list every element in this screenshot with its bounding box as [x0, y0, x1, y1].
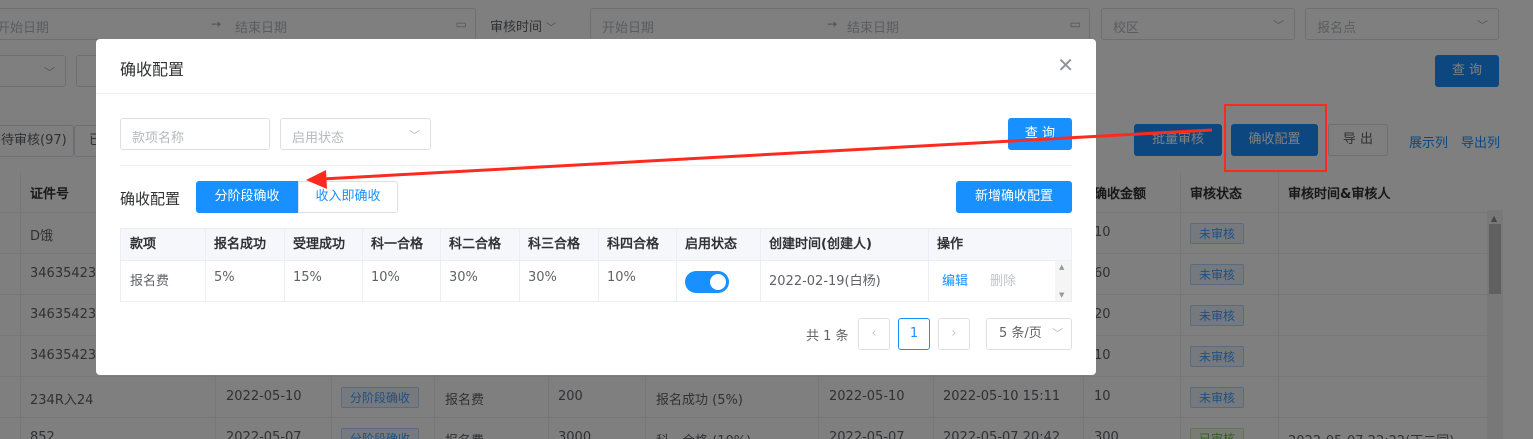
- arrow-line: [321, 128, 1213, 181]
- arrow-head: [306, 170, 327, 189]
- annotation-arrow: [306, 128, 1213, 189]
